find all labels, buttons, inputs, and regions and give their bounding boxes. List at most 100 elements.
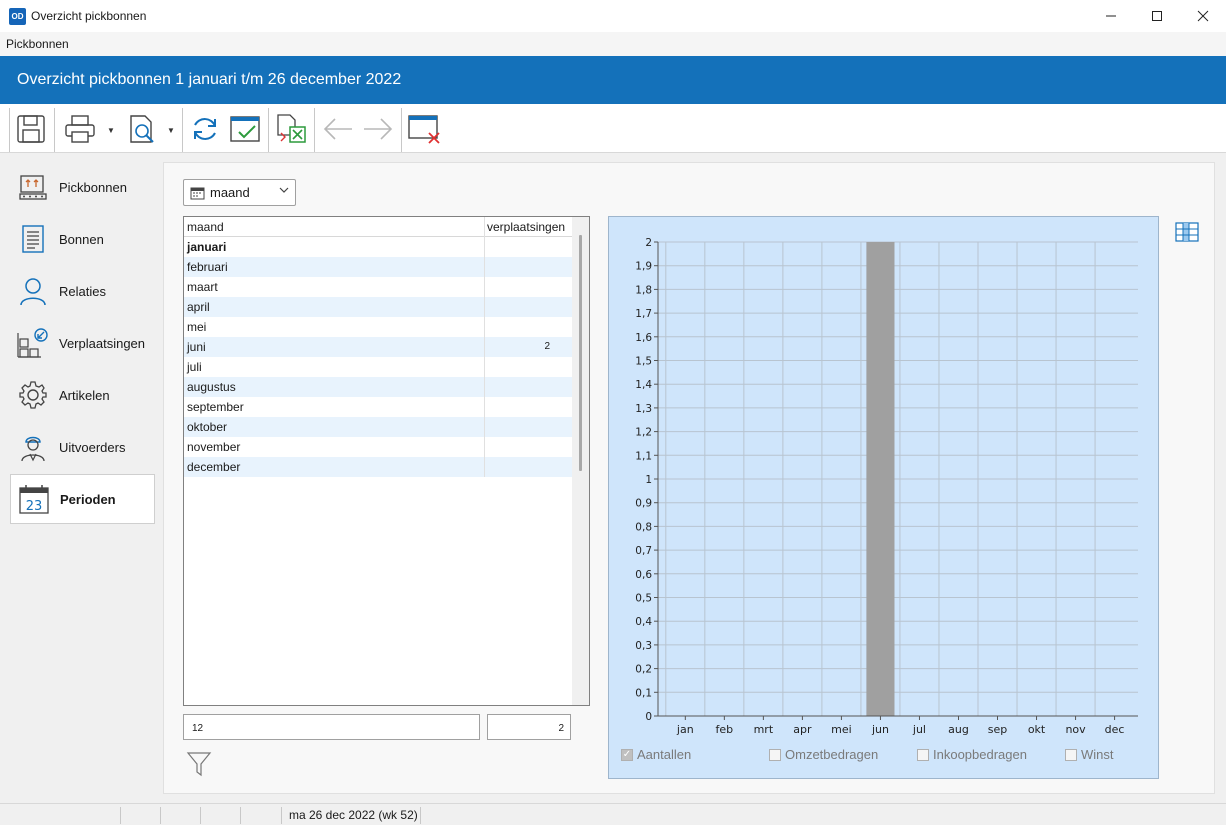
- document-icon: [16, 222, 50, 256]
- maximize-button[interactable]: [1134, 0, 1180, 32]
- close-window-button[interactable]: [407, 112, 441, 146]
- sidebar-item-label: Pickbonnen: [59, 179, 127, 195]
- save-button[interactable]: [14, 112, 48, 146]
- minimize-button[interactable]: [1088, 0, 1134, 32]
- checkbox-aantallen[interactable]: ✓ Aantallen: [621, 747, 691, 762]
- filter-button[interactable]: [186, 750, 212, 778]
- preview-button[interactable]: [125, 112, 159, 146]
- status-date: ma 26 dec 2022 (wk 52): [289, 808, 418, 822]
- forward-button[interactable]: [361, 112, 395, 146]
- checkbox-winst[interactable]: Winst: [1065, 747, 1114, 762]
- table-row[interactable]: maart: [184, 277, 572, 297]
- column-header-maand[interactable]: maand: [187, 220, 224, 234]
- sidebar-item-verplaatsingen[interactable]: Verplaatsingen: [10, 318, 155, 368]
- x-tick-label: jul: [912, 723, 926, 736]
- print-dropdown-icon[interactable]: ▼: [107, 126, 115, 135]
- vertical-scrollbar[interactable]: [572, 217, 589, 705]
- toolbar-separator: [268, 108, 269, 152]
- table-row[interactable]: augustus: [184, 377, 572, 397]
- sidebar-item-perioden[interactable]: 23 Perioden: [10, 474, 155, 524]
- close-icon: [1197, 10, 1209, 22]
- checkbox-box[interactable]: ✓: [621, 748, 633, 761]
- apply-button[interactable]: [228, 112, 262, 146]
- table-row[interactable]: juni 2: [184, 337, 572, 357]
- sidebar-item-label: Relaties: [59, 283, 106, 299]
- table-row[interactable]: september: [184, 397, 572, 417]
- sidebar-item-artikelen[interactable]: Artikelen: [10, 370, 155, 420]
- table-row[interactable]: december: [184, 457, 572, 477]
- y-tick-label: 0,4: [635, 616, 652, 628]
- y-tick-label: 1,4: [635, 379, 652, 391]
- y-tick-label: 0,3: [635, 640, 652, 652]
- pickbonnen-icon: [16, 170, 50, 204]
- refresh-button[interactable]: [188, 112, 222, 146]
- cell-maand: april: [187, 300, 210, 314]
- cell-maand: november: [187, 440, 241, 454]
- column-divider: [484, 317, 485, 337]
- column-divider: [484, 457, 485, 477]
- cell-maand: oktober: [187, 420, 228, 434]
- checkbox-box[interactable]: [769, 748, 781, 761]
- period-select[interactable]: maand: [183, 179, 296, 206]
- sidebar-item-relaties[interactable]: Relaties: [10, 266, 155, 316]
- toolbar-separator: [401, 108, 402, 152]
- sidebar-item-label: Verplaatsingen: [59, 335, 146, 351]
- apply-icon: [230, 116, 260, 142]
- maximize-icon: [1152, 11, 1162, 21]
- sidebar-item-uitvoerders[interactable]: Uitvoerders: [10, 422, 155, 472]
- x-tick-label: aug: [948, 723, 969, 736]
- status-separator: [240, 807, 241, 824]
- checkbox-omzetbedragen[interactable]: Omzetbedragen: [769, 747, 878, 762]
- cell-maand: december: [187, 460, 241, 474]
- table-row[interactable]: mei: [184, 317, 572, 337]
- menu-pickbonnen[interactable]: Pickbonnen: [6, 37, 69, 51]
- y-tick-label: 0,8: [635, 521, 652, 533]
- column-divider: [484, 217, 485, 237]
- print-button[interactable]: [63, 112, 97, 146]
- status-separator: [200, 807, 201, 824]
- cell-maand: maart: [187, 280, 218, 294]
- export-excel-button[interactable]: [274, 112, 308, 146]
- worker-icon: [16, 430, 50, 464]
- y-tick-label: 0,6: [635, 569, 652, 581]
- total-field: 2: [487, 714, 571, 740]
- checkbox-label: Winst: [1081, 747, 1114, 762]
- cell-maand: januari: [187, 240, 227, 254]
- scrollbar-thumb[interactable]: [579, 235, 582, 471]
- table-row[interactable]: juli: [184, 357, 572, 377]
- filter-icon: [186, 752, 212, 777]
- column-chooser-button[interactable]: [1175, 222, 1199, 242]
- table-row[interactable]: januari: [184, 237, 572, 257]
- y-tick-label: 1,8: [635, 284, 652, 296]
- y-tick-label: 1,7: [635, 308, 652, 320]
- close-button[interactable]: [1180, 0, 1226, 32]
- checkbox-box[interactable]: [917, 748, 929, 761]
- table-row[interactable]: februari: [184, 257, 572, 277]
- sidebar-item-bonnen[interactable]: Bonnen: [10, 214, 155, 264]
- y-tick-label: 2: [645, 237, 652, 249]
- toolbar-separator: [182, 108, 183, 152]
- x-tick-label: nov: [1065, 723, 1086, 736]
- data-grid[interactable]: maand verplaatsingen januari februari ma…: [183, 216, 590, 706]
- y-tick-label: 1,6: [635, 332, 652, 344]
- column-divider: [484, 337, 485, 357]
- cell-verplaatsingen: 2: [544, 341, 550, 352]
- transfer-icon: [16, 326, 50, 360]
- checkbox-box[interactable]: [1065, 748, 1077, 761]
- column-header-verplaatsingen[interactable]: verplaatsingen: [487, 220, 565, 234]
- table-row[interactable]: november: [184, 437, 572, 457]
- row-count-field: 12: [183, 714, 480, 740]
- x-tick-label: jun: [871, 723, 889, 736]
- back-button[interactable]: [321, 112, 355, 146]
- status-separator: [281, 807, 282, 824]
- person-icon: [16, 274, 50, 308]
- y-tick-label: 0: [645, 711, 652, 723]
- preview-dropdown-icon[interactable]: ▼: [167, 126, 175, 135]
- table-row[interactable]: oktober: [184, 417, 572, 437]
- column-divider: [484, 377, 485, 397]
- checkbox-inkoopbedragen[interactable]: Inkoopbedragen: [917, 747, 1027, 762]
- sidebar-item-pickbonnen[interactable]: Pickbonnen: [10, 162, 155, 212]
- period-select-value: maand: [210, 185, 250, 200]
- bar-chart: 0 0,1 0,2 0,3 0,4 0,5 0,6 0,7 0,8 0,9 1 1,1 1,2 1,3 1,…: [635, 237, 1138, 736]
- table-row[interactable]: april: [184, 297, 572, 317]
